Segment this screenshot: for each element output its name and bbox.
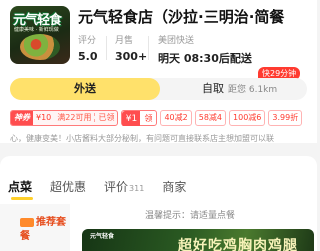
tab-deals[interactable]: 超优惠 [50, 178, 86, 195]
rating-value: 5.0 [78, 50, 98, 63]
tab-reviews[interactable]: 评价311 [104, 178, 144, 195]
recommend-flag-icon [20, 217, 34, 227]
tab-label: 商家 [162, 180, 187, 194]
coupon-chip[interactable]: 神券 ¥10 满22可用 已领 [10, 110, 119, 126]
coupon-condition: 满22可用 [57, 113, 92, 122]
banner-title: 超好吃鸡胸肉鸡腿 [178, 238, 298, 251]
rating-stat[interactable]: 评分 5.0 [78, 33, 98, 63]
pickup-label: 自取 [202, 82, 224, 95]
active-tab-indicator [11, 197, 33, 200]
sidebar-item-recommended[interactable]: 推荐套餐 [20, 216, 70, 244]
monthly-sales-stat: 月售 300+ [115, 33, 147, 63]
review-count: 311 [129, 184, 145, 193]
tab-order[interactable]: 点菜 [8, 178, 32, 195]
tab-label: 点菜 [8, 180, 33, 194]
delivery-time-stat[interactable]: 美团快送 明天 08:30后配送 [158, 33, 252, 66]
discount-chip[interactable]: 3.99折 [268, 110, 303, 126]
tab-bar: 点菜 超优惠 评价311 商家 [8, 176, 204, 194]
delivery-time-value: 明天 08:30后配送 [158, 52, 252, 65]
monthly-sales-value: 300+ [115, 50, 148, 63]
pickup-option[interactable]: 自取 距您 6.1km [202, 78, 277, 100]
tab-label: 评价 [104, 180, 129, 194]
delivery-option[interactable]: 外送 [10, 78, 160, 100]
promo-row[interactable]: 神券 ¥10 满22可用 已领 ¥1 领 40减2 58减4 100减6 3.99折 [10, 110, 317, 126]
coupon-amount: ¥10 [36, 113, 52, 122]
promo-banner[interactable]: 元气轻食 超好吃鸡胸肉鸡腿 [82, 229, 314, 251]
red-packet-chip[interactable]: ¥1 领 [121, 110, 158, 126]
rating-label: 评分 [78, 36, 97, 46]
tab-merchant[interactable]: 商家 [162, 178, 186, 195]
discount-chip[interactable]: 58减4 [194, 110, 227, 126]
salad-bowl-image [20, 34, 60, 60]
discount-chip[interactable]: 40减2 [160, 110, 192, 126]
delivery-service-label: 美团快送 [158, 36, 195, 46]
divider [106, 36, 107, 60]
logo-subtitle: 健康美味 · 新鲜现做 [14, 27, 59, 33]
divider [148, 36, 149, 60]
store-notice[interactable]: 心，健康变美！小店酱料大部分秘制，有问题可直接联系店主想加盟可以联 [10, 133, 317, 144]
coupon-status: 已领 [94, 113, 118, 122]
tab-label: 超优惠 [50, 180, 87, 194]
red-packet-icon: ¥1 [122, 111, 141, 126]
store-logo[interactable]: 元气轻食 健康美味 · 新鲜现做 [10, 6, 70, 64]
red-packet-label: 领 [144, 114, 153, 123]
delivery-mode-toggle: 外送 自取 距您 6.1km [10, 78, 307, 100]
coupon-tag: 神券 [11, 111, 33, 125]
monthly-sales-label: 月售 [115, 36, 134, 46]
category-sidebar: 推荐套餐 [0, 204, 70, 251]
banner-brand: 元气轻食 [90, 233, 115, 240]
pickup-distance: 距您 6.1km [228, 85, 278, 95]
discount-chip[interactable]: 100减6 [229, 110, 266, 126]
order-hint: 温馨提示：请适量点餐 [145, 211, 236, 221]
store-name: 元气轻食店（沙拉·三明治·简餐 [78, 8, 285, 26]
